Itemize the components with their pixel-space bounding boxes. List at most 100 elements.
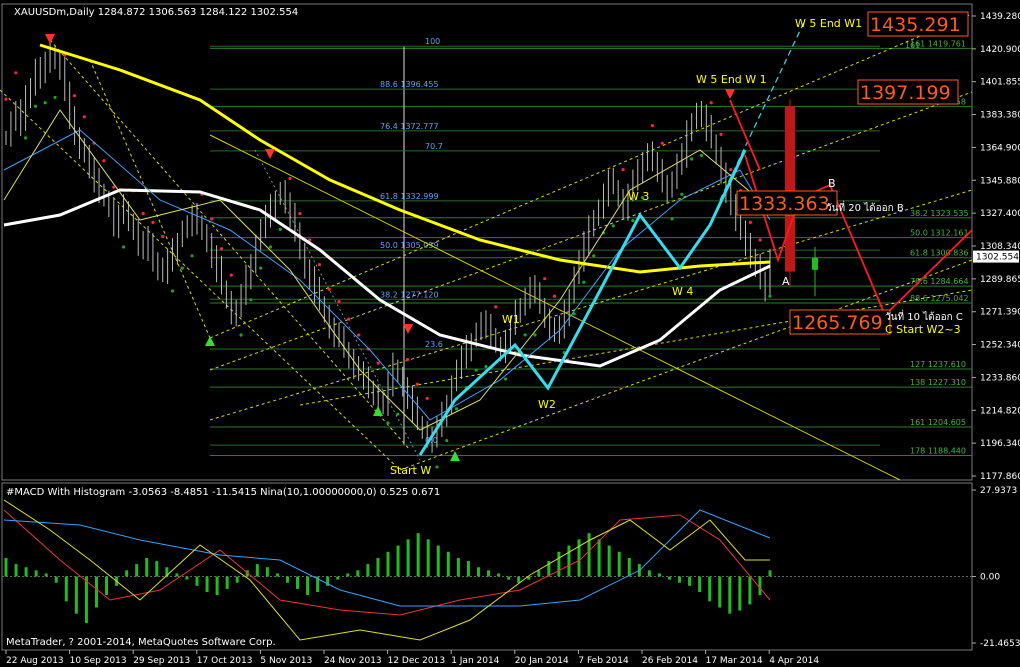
psar-dot-up xyxy=(474,368,478,372)
thai-note-b: วันที่ 20 ได้ออก B xyxy=(826,200,904,214)
psar-dot-down xyxy=(748,220,753,224)
psar-dot-up xyxy=(53,95,57,100)
trading-chart[interactable]: 161 1419.761127 1386.75838.2 1323.53550.… xyxy=(0,0,1020,667)
fibo-level-label: 161 1204.605 xyxy=(910,418,966,427)
wave-label: W 5 End W1 xyxy=(795,17,862,30)
date-tick-label: 17 Mar 2014 xyxy=(706,656,763,666)
price-tick-label: 1214.820 xyxy=(980,406,1020,416)
date-tick-label: 4 Apr 2014 xyxy=(769,656,819,666)
wave-label: W 5 End W 1 xyxy=(696,73,767,86)
psar-dot-down xyxy=(660,141,664,145)
price-tick-label: 1439.280 xyxy=(980,12,1020,22)
price-tick-label: 1364.900 xyxy=(980,143,1020,153)
price-tick-label: 1401.855 xyxy=(980,78,1020,88)
psar-dot-up xyxy=(503,377,508,381)
psar-dot-down xyxy=(229,273,233,277)
price-tick-label: 1252.340 xyxy=(980,341,1020,351)
psar-dot-up xyxy=(386,421,390,425)
wave-label: C Start W2~3 xyxy=(885,323,961,336)
psar-dot-up xyxy=(435,465,439,469)
fibo-level-label: 61.8 1300.836 xyxy=(910,249,969,258)
psar-dot-up xyxy=(259,266,263,270)
psar-dot-up xyxy=(190,254,194,258)
date-tick-label: 7 Feb 2014 xyxy=(578,656,629,666)
price-box-label: 1397.199 xyxy=(860,82,951,104)
psar-dot-up xyxy=(670,217,674,221)
fibo-level-label: 50.0 1312.161 xyxy=(910,229,969,238)
current-price-label: 1302.554 xyxy=(976,253,1019,263)
psar-dot-down xyxy=(151,220,155,224)
psar-dot-down xyxy=(14,71,18,75)
fibo-retrace-label: 76.4 1372.777 xyxy=(380,122,439,131)
price-tick-label: 1383.380 xyxy=(980,111,1020,121)
psar-dot-down xyxy=(543,277,547,281)
fibo-retrace-label: 38.2 1277.120 xyxy=(380,290,439,299)
fibo-retrace-label: 88.6 1396.455 xyxy=(380,80,439,89)
psar-dot-up xyxy=(278,227,282,232)
date-tick-label: 10 Sep 2013 xyxy=(70,656,127,666)
price-tick-label: 1271.390 xyxy=(980,308,1020,318)
price-tick-label: 1327.400 xyxy=(980,209,1020,219)
symbol-header: XAUUSDm,Daily 1284.872 1306.563 1284.122… xyxy=(14,7,298,18)
psar-dot-up xyxy=(43,101,47,105)
fibo-retrace-label: 50.0 1305.059 xyxy=(380,241,439,250)
psar-dot-down xyxy=(425,396,429,400)
psar-dot-down xyxy=(327,287,331,291)
date-tick-label: 29 Sep 2013 xyxy=(133,656,190,666)
fibo-level-label: 127 1237.610 xyxy=(910,360,966,369)
psar-dot-up xyxy=(484,365,488,369)
wave-label: B xyxy=(828,177,836,190)
psar-dot-down xyxy=(552,294,557,298)
psar-dot-down xyxy=(415,382,419,386)
psar-dot-down xyxy=(219,247,224,251)
psar-dot-down xyxy=(288,176,292,180)
fibo-retrace-label: 70.7 xyxy=(425,142,443,151)
psar-dot-up xyxy=(768,294,772,298)
psar-dot-up xyxy=(631,219,635,223)
psar-dot-up xyxy=(690,157,694,161)
psar-dot-up xyxy=(680,192,684,196)
psar-dot-down xyxy=(337,299,341,304)
fibo-level-label: 178 1188.440 xyxy=(910,447,966,456)
date-tick-label: 22 Aug 2013 xyxy=(6,656,64,666)
fibo-retrace-label: 100 xyxy=(425,37,440,46)
psar-dot-up xyxy=(611,224,615,228)
psar-dot-up xyxy=(239,333,243,337)
fibo-level-label: 138 1227.310 xyxy=(910,378,966,387)
psar-dot-down xyxy=(82,115,86,119)
wave-label: W 4 xyxy=(672,285,693,298)
price-box-label: 1435.291 xyxy=(870,14,961,36)
date-tick-label: 26 Feb 2014 xyxy=(642,656,698,666)
psar-dot-down xyxy=(347,317,351,321)
wave-label: A xyxy=(782,275,790,288)
fibo-retrace-label: 23.6 xyxy=(425,340,443,349)
psar-dot-up xyxy=(533,333,537,337)
psar-dot-down xyxy=(357,333,361,337)
psar-dot-up xyxy=(180,266,184,270)
date-tick-label: 12 Dec 2013 xyxy=(388,656,446,666)
price-tick-label: 1308.340 xyxy=(980,242,1020,252)
psar-dot-down xyxy=(4,97,8,101)
psar-dot-down xyxy=(102,159,106,163)
psar-dot-up xyxy=(268,245,273,249)
psar-dot-down xyxy=(72,94,77,98)
psar-dot-down xyxy=(621,167,625,172)
psar-dot-up xyxy=(396,412,400,416)
date-tick-label: 1 Jan 2014 xyxy=(451,656,499,666)
macd-tick-label: -21.4653 xyxy=(980,639,1020,649)
thai-note-c: วันที่ 10 ได้ออก C xyxy=(885,309,963,323)
psar-dot-up xyxy=(699,153,704,158)
macd-tick-label: 27.9373 xyxy=(980,486,1017,496)
price-tick-label: 1233.860 xyxy=(980,373,1020,383)
psar-dot-up xyxy=(170,289,175,293)
psar-dot-down xyxy=(210,217,214,221)
price-tick-label: 1196.340 xyxy=(980,439,1020,449)
psar-dot-down xyxy=(141,211,145,216)
wave-label: W2 xyxy=(538,398,556,411)
date-tick-label: 20 Jan 2014 xyxy=(515,656,569,666)
psar-dot-up xyxy=(33,104,37,108)
psar-dot-down xyxy=(317,262,322,267)
psar-dot-down xyxy=(298,211,302,216)
psar-dot-down xyxy=(729,167,733,172)
price-tick-label: 1177.860 xyxy=(980,472,1020,482)
